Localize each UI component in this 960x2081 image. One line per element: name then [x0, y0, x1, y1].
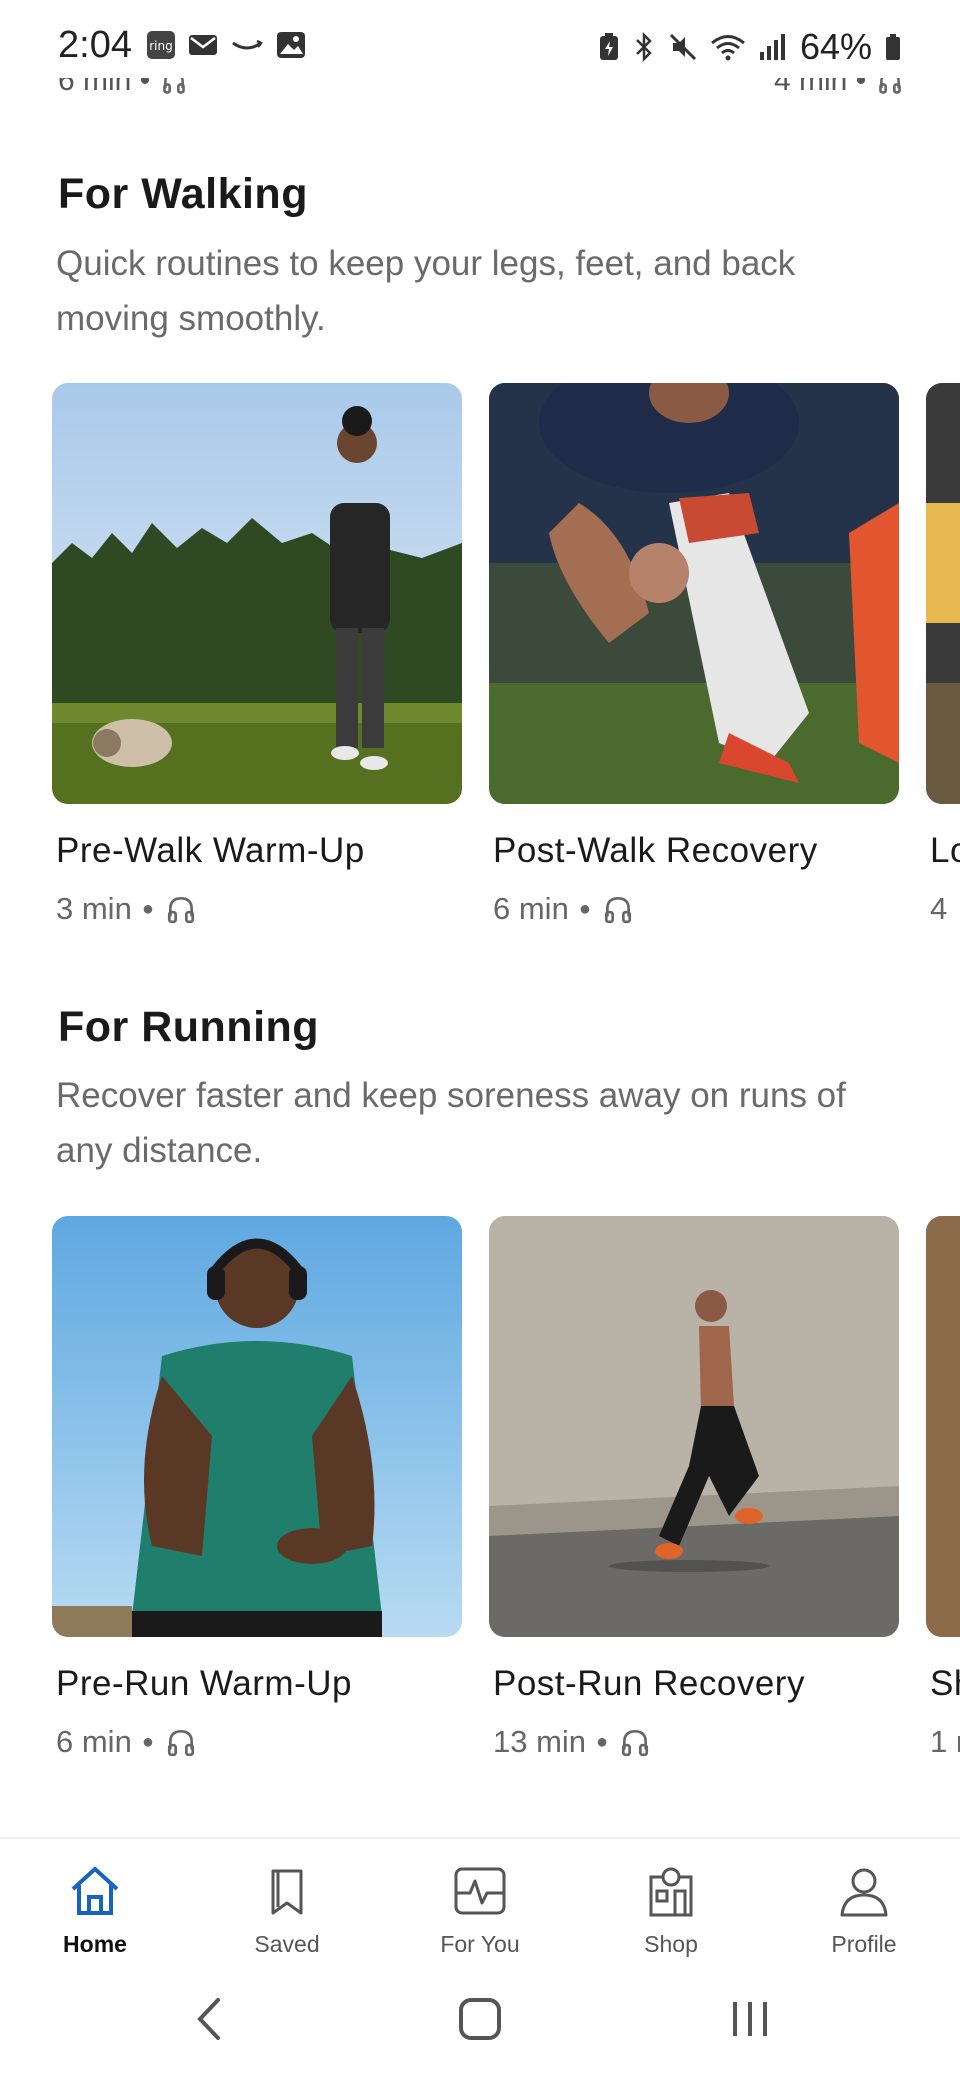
card-duration: 1 r [930, 1724, 960, 1759]
card-image [926, 1216, 960, 1637]
card-image [52, 1216, 462, 1637]
card-meta: 13 min ● [493, 1724, 652, 1760]
card-image [489, 1216, 899, 1637]
card-partial-running[interactable]: Sh 1 r [926, 1216, 960, 1759]
home-icon [71, 1867, 119, 1915]
battery-saver-icon [599, 33, 618, 60]
image-icon [277, 32, 305, 58]
card-title: Pre-Run Warm-Up [56, 1664, 352, 1703]
status-bar: 2:04 ring 64% [0, 0, 960, 78]
separator-dot: ● [141, 1730, 154, 1753]
card-duration: 13 min [493, 1724, 587, 1759]
walking-woman-photo [52, 383, 462, 804]
card-duration: 6 min [56, 1724, 132, 1759]
nav-label: For You [440, 1931, 520, 1957]
card-meta: 3 min ● [56, 891, 198, 927]
card-title: Post-Walk Recovery [493, 831, 818, 870]
partial-card-photo [926, 383, 960, 804]
running-card-row[interactable]: Pre-Run Warm-Up 6 min ● Post-Run Recover… [0, 1216, 960, 1796]
card-title: Lo [930, 831, 960, 870]
headphones-icon [622, 1729, 649, 1757]
bottom-navigation: Home Saved For You Shop Profile [0, 1837, 960, 1967]
card-title: Post-Run Recovery [493, 1664, 805, 1703]
battery-percent: 64% [799, 26, 872, 67]
system-status-icons: 64% [598, 26, 902, 68]
card-duration: 3 min [56, 891, 132, 926]
nav-for-you[interactable]: For You [415, 1859, 545, 1958]
runner-headphones-photo [52, 1216, 462, 1637]
nav-profile[interactable]: Profile [799, 1859, 929, 1958]
walking-card-row[interactable]: Pre-Walk Warm-Up 3 min ● Post-Walk Recov… [0, 383, 960, 963]
nav-home[interactable]: Home [30, 1859, 160, 1958]
nav-shop[interactable]: Shop [606, 1859, 736, 1958]
mute-icon [669, 33, 696, 61]
card-image [489, 383, 899, 804]
separator-dot: ● [141, 897, 154, 920]
ring-app-icon: ring [147, 31, 175, 59]
nav-saved[interactable]: Saved [222, 1859, 352, 1958]
card-duration: 6 min [493, 891, 569, 926]
battery-icon [886, 34, 900, 60]
notification-icons: ring [146, 30, 306, 60]
card-meta: 1 r [930, 1724, 960, 1760]
card-title: Sh [930, 1664, 960, 1703]
shop-icon [649, 1867, 693, 1917]
card-meta: 6 min ● [493, 891, 635, 927]
headphones-icon [604, 896, 631, 924]
card-meta: 4 [930, 891, 947, 927]
card-partial-walking[interactable]: Lo 4 [926, 383, 960, 926]
wifi-icon [710, 35, 745, 61]
card-post-run-recovery[interactable]: Post-Run Recovery 13 min ● [489, 1216, 899, 1759]
signal-icon [759, 34, 785, 60]
back-icon[interactable] [190, 1994, 230, 2044]
walking-section-subtitle: Quick routines to keep your legs, feet, … [56, 244, 796, 338]
shoe-stretch-photo [489, 383, 899, 804]
card-image [52, 383, 462, 804]
mail-icon [189, 35, 217, 55]
running-section-subtitle: Recover faster and keep soreness away on… [56, 1076, 846, 1170]
running-section-title: For Running [58, 1003, 320, 1051]
nav-label: Saved [254, 1931, 320, 1957]
separator-dot: ● [596, 1730, 609, 1753]
amazon-icon [232, 39, 263, 50]
home-button-icon[interactable] [455, 1994, 505, 2044]
headphones-icon [167, 896, 194, 924]
card-pre-run-warm-up[interactable]: Pre-Run Warm-Up 6 min ● [52, 1216, 462, 1759]
profile-icon [840, 1868, 888, 1917]
bluetooth-icon [636, 32, 652, 62]
bookmark-icon [271, 1869, 303, 1915]
card-pre-walk-warm-up[interactable]: Pre-Walk Warm-Up 3 min ● [52, 383, 462, 926]
card-title: Pre-Walk Warm-Up [56, 831, 365, 870]
nav-label: Home [63, 1931, 127, 1957]
nav-label: Shop [644, 1931, 698, 1957]
partial-card-photo [926, 1216, 960, 1637]
woman-running-photo [489, 1216, 899, 1637]
walking-section-title: For Walking [58, 170, 308, 218]
system-navigation-bar [0, 1968, 960, 2081]
recent-apps-icon[interactable] [725, 1994, 775, 2044]
nav-label: Profile [831, 1931, 897, 1957]
svg-text:ring: ring [149, 39, 173, 53]
separator-dot: ● [578, 897, 591, 920]
card-post-walk-recovery[interactable]: Post-Walk Recovery 6 min ● [489, 383, 899, 926]
status-time: 2:04 [58, 24, 132, 66]
headphones-icon [167, 1729, 194, 1757]
card-meta: 6 min ● [56, 1724, 198, 1760]
card-duration: 4 [930, 891, 948, 926]
card-image [926, 383, 960, 804]
heartbeat-icon [454, 1867, 506, 1915]
